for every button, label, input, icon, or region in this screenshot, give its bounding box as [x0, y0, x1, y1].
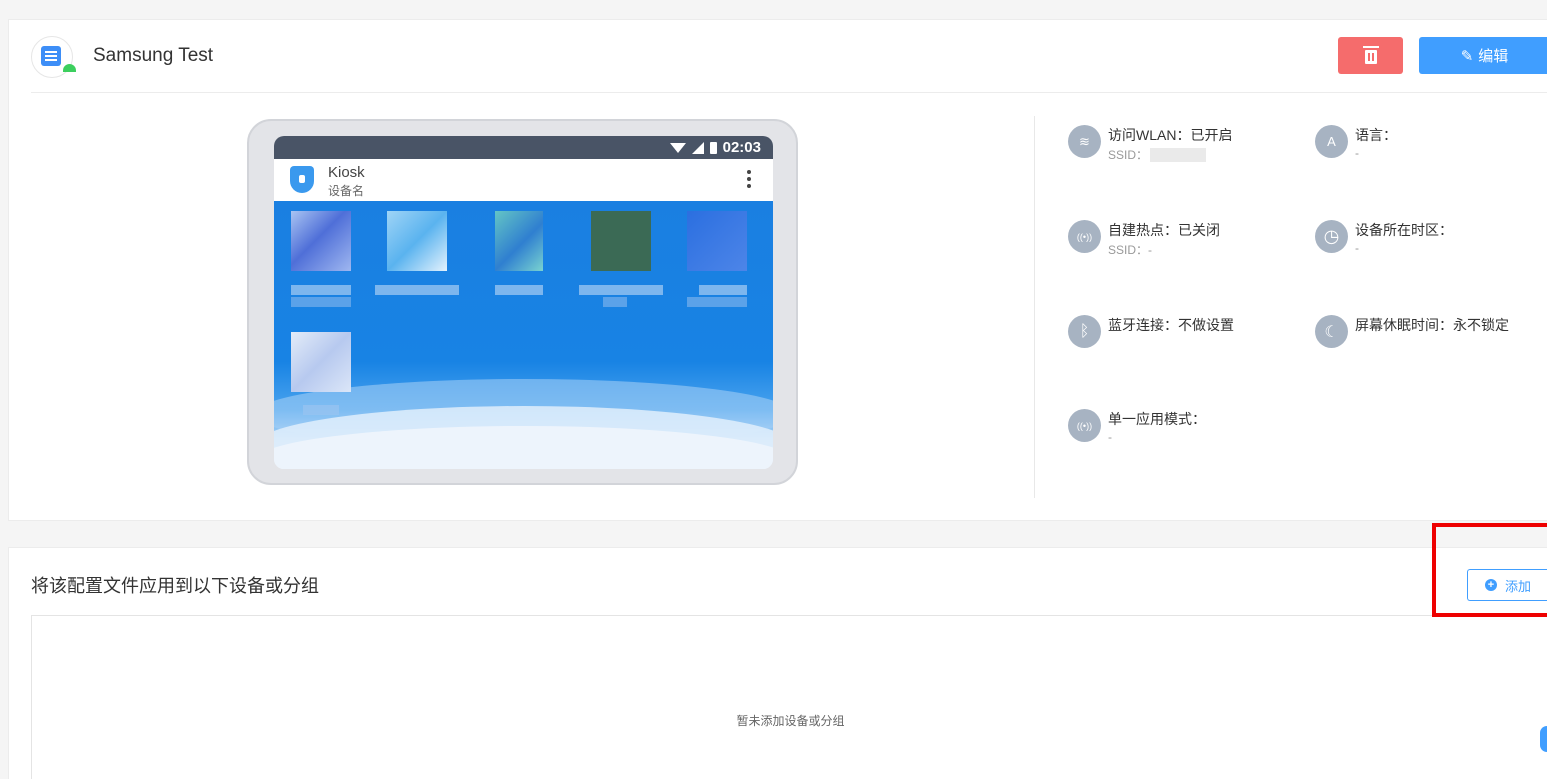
edit-button[interactable]: ✎ 编辑: [1419, 37, 1547, 74]
pencil-icon: ✎: [1460, 47, 1474, 65]
edit-button-label: 编辑: [1478, 48, 1509, 65]
app-label-blurred: [603, 297, 627, 307]
empty-state-text: 暂未添加设备或分组: [736, 714, 845, 728]
app-label-blurred: [579, 285, 663, 295]
setting-value: SSID：-: [1108, 243, 1153, 257]
assignment-card: 将该配置文件应用到以下设备或分组 + 添加 暂未添加设备或分组: [8, 547, 1547, 779]
setting-label: 单一应用模式：: [1108, 411, 1206, 427]
cell-signal-icon: [691, 141, 704, 154]
setting-value: SSID：: [1108, 146, 1207, 163]
section-title: 将该配置文件应用到以下设备或分组: [31, 576, 319, 596]
clock-icon: ◷: [1315, 220, 1348, 253]
app-label-blurred: [291, 297, 351, 307]
assignment-list: 暂未添加设备或分组: [31, 615, 1547, 779]
hotspot-icon: ((•)): [1068, 220, 1101, 253]
vertical-divider: [1034, 116, 1035, 498]
android-icon: [63, 64, 76, 72]
redacted-ssid: [1150, 148, 1207, 162]
setting-label: 自建热点：已关闭: [1108, 222, 1220, 238]
profile-avatar: [31, 36, 76, 78]
app-label-blurred: [687, 297, 747, 307]
floating-help-button[interactable]: [1540, 726, 1547, 752]
app-icon-blurred: [291, 211, 351, 271]
app-icon-blurred: [387, 211, 447, 271]
app-icon-blurred: [687, 211, 747, 271]
app-label-blurred: [291, 285, 351, 295]
kiosk-app-bar: Kiosk 设备名: [274, 159, 773, 201]
app-icon-blurred: [591, 211, 651, 271]
wifi-icon: ≋: [1068, 125, 1101, 158]
language-icon: A: [1315, 125, 1348, 158]
profile-header: Samsung Test ✎ 编辑: [31, 20, 1547, 93]
app-label-blurred: [495, 285, 543, 295]
delete-button[interactable]: [1338, 37, 1403, 74]
setting-label: 设备所在时区：: [1355, 222, 1453, 238]
app-label-blurred: [375, 285, 459, 295]
app-label-blurred: [699, 285, 747, 295]
kiosk-app-name: Kiosk: [328, 164, 365, 181]
setting-value: -: [1108, 430, 1112, 444]
setting-value: -: [1355, 146, 1359, 160]
trash-icon: [1362, 46, 1379, 64]
sleep-icon: ☾: [1315, 315, 1348, 348]
kiosk-home-screen: [274, 201, 773, 469]
setting-label: 蓝牙连接：不做设置: [1108, 317, 1234, 333]
setting-label: 访问WLAN：已开启: [1108, 127, 1233, 143]
page-title: Samsung Test: [93, 45, 214, 66]
device-screen: 02:03 Kiosk 设备名: [274, 136, 773, 469]
setting-value: -: [1355, 241, 1359, 255]
setting-label: 语言：: [1355, 127, 1397, 143]
lock-shield-icon: [290, 166, 314, 193]
app-icon-blurred: [495, 211, 543, 271]
app-label-blurred: [303, 405, 339, 415]
single-app-icon: ((•)): [1068, 409, 1101, 442]
battery-icon: [709, 141, 717, 154]
app-icon-blurred: [291, 332, 351, 392]
more-menu-icon: [747, 170, 751, 174]
wifi-signal-icon: [669, 142, 686, 153]
checklist-icon: [41, 46, 61, 66]
status-bar: 02:03: [274, 136, 773, 159]
setting-value-text: SSID：: [1108, 148, 1149, 162]
device-preview: 02:03 Kiosk 设备名: [247, 119, 798, 485]
status-time: 02:03: [722, 139, 761, 156]
bluetooth-icon: ᛒ: [1068, 315, 1101, 348]
setting-label: 屏幕休眠时间：永不锁定: [1355, 317, 1509, 333]
kiosk-device-name: 设备名: [328, 184, 365, 198]
page: Samsung Test ✎ 编辑 02:03 Kiosk 设备名 ≋ 访问WL…: [0, 0, 1547, 779]
profile-card: Samsung Test ✎ 编辑 02:03 Kiosk 设备名 ≋ 访问WL…: [8, 19, 1547, 521]
highlight-box: [1432, 523, 1547, 617]
